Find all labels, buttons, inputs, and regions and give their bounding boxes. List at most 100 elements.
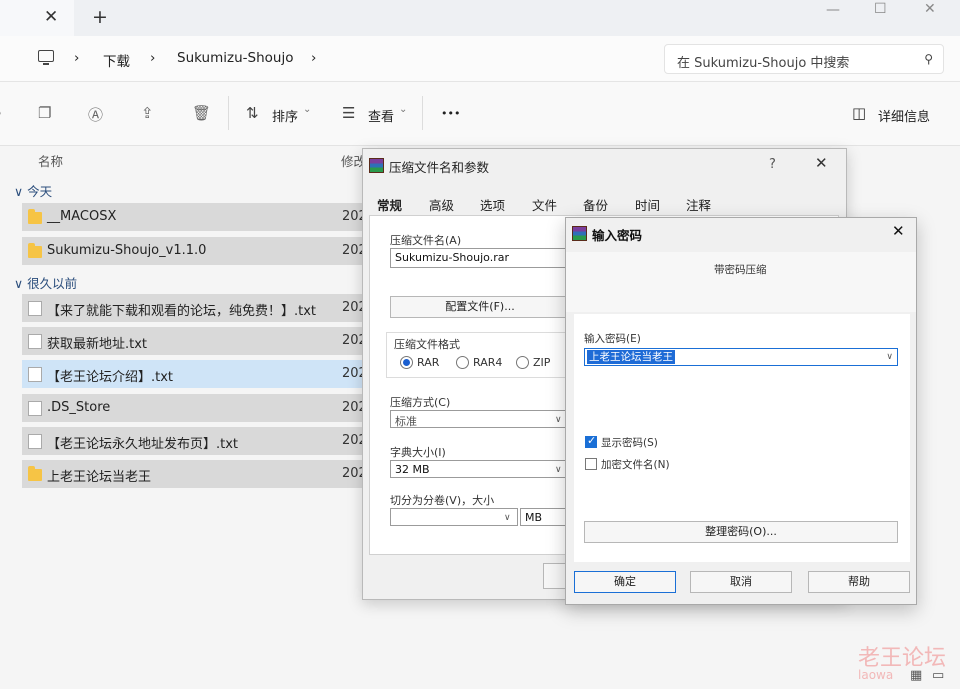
view-button[interactable]: 查看 <box>368 106 394 125</box>
breadcrumb-downloads[interactable]: 下载 <box>103 50 130 70</box>
sort-button[interactable]: 排序 <box>272 106 298 125</box>
winrar-icon <box>572 226 587 241</box>
cancel-button[interactable]: 取消 <box>690 571 792 593</box>
password-heading: 带密码压缩 <box>714 264 767 276</box>
chevron-down-icon[interactable]: ⌄ <box>303 104 311 115</box>
folder-icon <box>28 466 42 481</box>
profile-button[interactable]: 配置文件(F)... <box>390 296 570 318</box>
tab-advanced[interactable]: 高级 <box>429 195 454 214</box>
file-name: 上老王论坛当老王 <box>47 470 152 485</box>
encrypt-names-label[interactable]: 加密文件名(N) <box>601 457 670 472</box>
file-name: 【老王论坛永久地址发布页】.txt <box>47 437 239 452</box>
format-zip-radio[interactable] <box>516 356 529 369</box>
breadcrumb-separator[interactable]: › <box>311 50 316 66</box>
format-rar-label[interactable]: RAR <box>417 356 439 369</box>
folder-icon <box>28 243 42 258</box>
list-item[interactable]: __MACOSX 202 <box>22 203 367 231</box>
delete-icon[interactable]: 🗑 <box>192 104 211 122</box>
close-window-icon[interactable]: ✕ <box>924 1 936 17</box>
chevron-down-icon[interactable]: ∨ <box>886 352 893 362</box>
tab-comment[interactable]: 注释 <box>686 195 711 214</box>
show-password-checkbox[interactable] <box>585 434 597 448</box>
chevron-down-icon[interactable]: ∨ <box>555 415 562 425</box>
format-rar-radio[interactable] <box>400 356 413 369</box>
format-rar4-radio[interactable] <box>456 356 469 369</box>
search-box[interactable]: 在 Sukumizu-Shoujo 中搜索 ⚲ <box>664 44 944 74</box>
winrar-icon <box>369 158 384 173</box>
split-size-input[interactable] <box>390 508 518 526</box>
title-bar: ✕ + — ☐ ✕ <box>0 0 960 36</box>
tab-current[interactable]: ✕ <box>0 0 74 36</box>
maximize-icon[interactable]: ☐ <box>874 1 887 17</box>
close-icon[interactable]: ✕ <box>892 222 905 240</box>
rename-icon[interactable]: Ⓐ <box>88 104 103 125</box>
organize-passwords-button[interactable]: 整理密码(O)... <box>584 521 898 543</box>
list-item-selected[interactable]: 【老王论坛介绍】.txt 202 <box>22 360 367 388</box>
file-name: Sukumizu-Shoujo_v1.1.0 <box>47 243 207 258</box>
sort-icon[interactable]: ⇅ <box>246 104 259 122</box>
file-icon <box>28 401 42 416</box>
password-input[interactable]: 上老王论坛当老王 ∨ <box>584 348 898 366</box>
chevron-down-icon[interactable]: ∨ <box>504 513 511 523</box>
new-tab-icon[interactable]: + <box>92 6 108 28</box>
tiles-view-icon[interactable]: ▭ <box>932 668 944 683</box>
this-pc-icon[interactable] <box>38 50 54 65</box>
details-pane-icon[interactable]: ◫ <box>852 104 866 122</box>
format-zip-label[interactable]: ZIP <box>533 356 550 369</box>
copy-icon[interactable]: ❐ <box>38 104 51 122</box>
show-password-label[interactable]: 显示密码(S) <box>601 435 658 450</box>
group-label: 今天 <box>27 184 53 199</box>
encrypt-names-checkbox[interactable] <box>585 458 597 470</box>
text-file-icon <box>28 301 42 316</box>
details-button[interactable]: 详细信息 <box>878 106 930 125</box>
group-label: 很久以前 <box>27 276 78 291</box>
tab-time[interactable]: 时间 <box>635 195 660 214</box>
tab-close-icon[interactable]: ✕ <box>44 7 58 27</box>
list-item[interactable]: .DS_Store 202 <box>22 394 367 422</box>
archive-name-label: 压缩文件名(A) <box>390 234 462 247</box>
tab-general[interactable]: 常规 <box>377 195 402 214</box>
list-item[interactable]: Sukumizu-Shoujo_v1.1.0 202 <box>22 237 367 265</box>
text-file-icon <box>28 434 42 449</box>
minimize-icon[interactable]: — <box>826 2 840 18</box>
breadcrumb-folder[interactable]: Sukumizu-Shoujo <box>177 50 293 66</box>
method-label: 压缩方式(C) <box>390 396 451 409</box>
search-icon: ⚲ <box>924 52 933 66</box>
details-view-icon[interactable]: ▦ <box>910 668 922 683</box>
breadcrumb-separator[interactable]: › <box>74 50 79 66</box>
chevron-down-icon[interactable]: ⌄ <box>399 104 407 115</box>
list-item[interactable]: 【来了就能下载和观看的论坛，纯免费！】.txt 202 <box>22 294 367 322</box>
column-name-header[interactable]: 名称 <box>38 151 63 170</box>
tab-backup[interactable]: 备份 <box>583 195 608 214</box>
chevron-down-icon[interactable]: ∨ <box>555 465 562 475</box>
list-item[interactable]: 获取最新地址.txt 202 <box>22 327 367 355</box>
file-name: 【老王论坛介绍】.txt <box>47 370 174 385</box>
chevron-down-icon: ∨ <box>14 184 24 199</box>
toolbar-divider <box>422 96 423 130</box>
folder-icon <box>28 209 42 224</box>
method-select[interactable]: 标准 <box>390 410 570 428</box>
watermark-subtext: laowa <box>858 668 894 682</box>
tab-files[interactable]: 文件 <box>532 195 557 214</box>
list-item[interactable]: 【老王论坛永久地址发布页】.txt 202 <box>22 427 367 455</box>
archive-name-field[interactable]: Sukumizu-Shoujo.rar <box>390 248 590 268</box>
password-dialog: 输入密码 ✕ 带密码压缩 输入密码(E) 上老王论坛当老王 ∨ 显示密码(S) … <box>565 217 917 605</box>
more-options-button[interactable]: ••• <box>441 107 460 120</box>
format-rar4-label[interactable]: RAR4 <box>473 356 502 369</box>
search-input[interactable]: 在 Sukumizu-Shoujo 中搜索 <box>677 52 849 71</box>
close-icon[interactable]: ✕ <box>815 154 828 172</box>
group-long-ago[interactable]: ∨ 很久以前 <box>14 273 77 292</box>
dictionary-select[interactable]: 32 MB <box>390 460 570 478</box>
split-unit-select[interactable]: MB <box>520 508 570 526</box>
view-icon[interactable]: ☰ <box>342 104 355 122</box>
ok-button[interactable]: 确定 <box>574 571 676 593</box>
breadcrumb-separator[interactable]: › <box>150 50 155 66</box>
list-item[interactable]: 上老王论坛当老王 202 <box>22 460 367 488</box>
help-button[interactable]: 帮助 <box>808 571 910 593</box>
cut-icon[interactable]: ⟩ <box>0 104 2 122</box>
file-name: 【来了就能下载和观看的论坛，纯免费！】.txt <box>47 304 317 319</box>
tab-options[interactable]: 选项 <box>480 195 505 214</box>
group-today[interactable]: ∨ 今天 <box>14 181 52 200</box>
share-icon[interactable]: ⇪ <box>141 104 154 122</box>
help-icon[interactable]: ? <box>769 157 776 172</box>
